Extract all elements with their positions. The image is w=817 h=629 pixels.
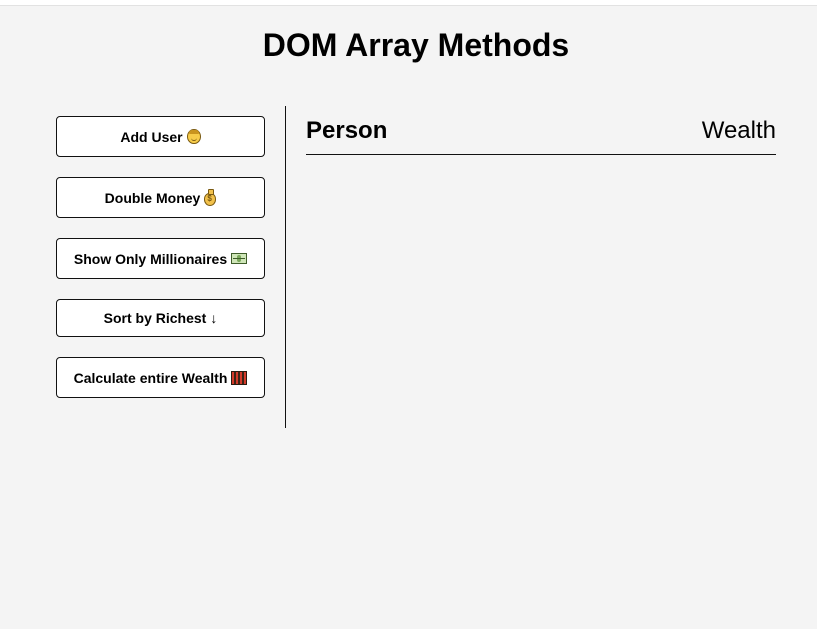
add-user-label: Add User bbox=[120, 128, 183, 145]
down-arrow-icon: ↓ bbox=[210, 310, 218, 326]
calculate-wealth-label: Calculate entire Wealth bbox=[73, 369, 228, 386]
vertical-divider bbox=[285, 106, 286, 428]
calculate-wealth-button[interactable]: Calculate entire Wealth bbox=[56, 357, 265, 398]
page-title: DOM Array Methods bbox=[262, 27, 570, 63]
person-column-header: Person bbox=[306, 117, 388, 144]
abacus-icon bbox=[231, 370, 248, 385]
show-millionaires-label: Show Only Millionaires bbox=[73, 250, 228, 267]
add-user-button[interactable]: Add User bbox=[56, 116, 265, 157]
double-money-button[interactable]: Double Money bbox=[56, 177, 265, 218]
money-bag-icon bbox=[204, 188, 217, 206]
double-money-label: Double Money bbox=[104, 189, 201, 206]
dollar-banknote-icon bbox=[231, 253, 248, 264]
show-millionaires-button[interactable]: Show Only Millionaires bbox=[56, 238, 265, 279]
sort-richest-button[interactable]: Sort by Richest ↓ bbox=[56, 299, 265, 337]
table-header: Person Wealth bbox=[306, 106, 776, 155]
top-border bbox=[0, 0, 817, 6]
sort-richest-label: Sort by Richest bbox=[103, 310, 207, 326]
man-icon bbox=[186, 129, 201, 144]
wealth-column-header: Wealth bbox=[701, 117, 776, 144]
